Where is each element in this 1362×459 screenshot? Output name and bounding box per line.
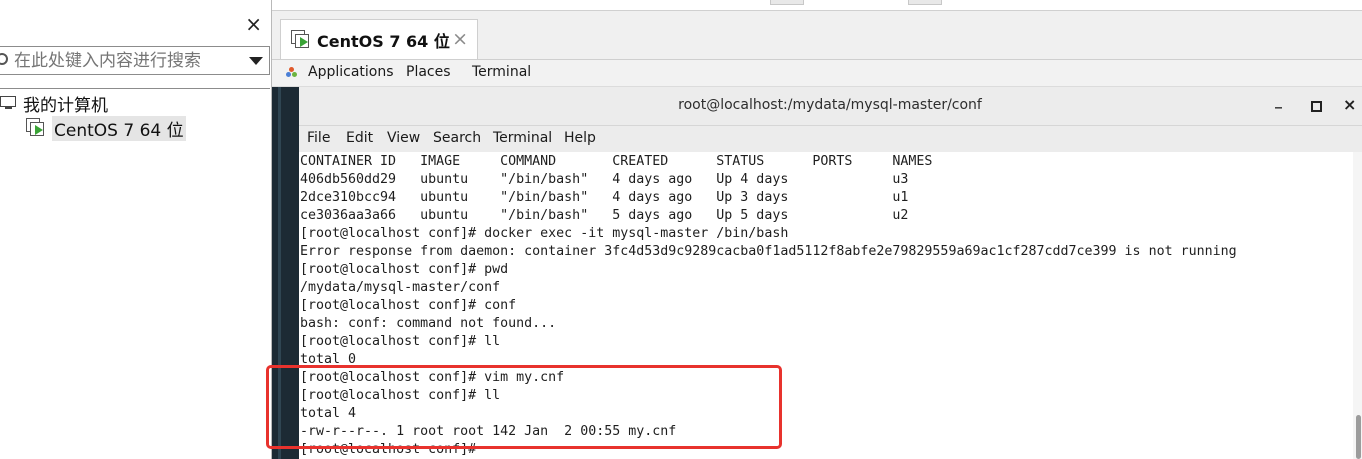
menu-edit[interactable]: Edit (346, 130, 373, 146)
close-button[interactable]: × (1343, 95, 1356, 114)
terminal-line: 2dce310bcc94 ubuntu "/bin/bash" 4 days a… (300, 190, 909, 205)
terminal-line: bash: conf: command not found... (300, 316, 557, 331)
desktop-background (272, 87, 299, 459)
tab-title: CentOS 7 64 位 (317, 31, 450, 51)
top-strip (272, 0, 1362, 11)
library-panel: × 我的计算机 CentOS 7 64 位 (0, 0, 272, 459)
terminal-scrollbar[interactable] (1353, 152, 1362, 459)
menu-help[interactable]: Help (564, 130, 596, 146)
tree-item-label: CentOS 7 64 位 (52, 115, 186, 141)
menu-file[interactable]: File (307, 130, 330, 146)
menu-search[interactable]: Search (433, 130, 481, 146)
tab-centos-vm[interactable]: CentOS 7 64 位 × (280, 19, 478, 59)
close-library-icon[interactable]: × (245, 14, 262, 34)
terminal-line: [root@localhost conf]# ll (300, 388, 501, 403)
tree-item-label: 我的计算机 (23, 95, 108, 116)
applications-icon (286, 67, 298, 79)
vm-tab-bar: CentOS 7 64 位 × (272, 11, 1362, 60)
maximize-button[interactable] (1311, 101, 1322, 112)
menu-view[interactable]: View (387, 130, 420, 146)
minimize-button[interactable]: _ (1275, 93, 1282, 109)
menu-applications[interactable]: Applications (308, 64, 394, 80)
terminal-line: [root@localhost conf]# ll (300, 334, 501, 349)
library-search-box[interactable] (0, 46, 270, 75)
toolbar-handle (770, 0, 804, 5)
terminal-line: [root@localhost conf]# vim my.cnf (300, 370, 565, 385)
computer-icon (0, 96, 18, 110)
terminal-line: total 0 (300, 352, 357, 367)
menu-terminal[interactable]: Terminal (472, 64, 531, 80)
terminal-line: total 4 (300, 406, 357, 421)
terminal-line: CONTAINER ID IMAGE COMMAND CREATED STATU… (300, 154, 933, 169)
library-header: × (0, 0, 271, 46)
terminal-line: ce3036aa3a66 ubuntu "/bin/bash" 5 days a… (300, 208, 909, 223)
terminal-output[interactable]: CONTAINER ID IMAGE COMMAND CREATED STATU… (299, 152, 1351, 459)
search-dropdown-icon[interactable] (249, 57, 263, 65)
menu-terminal-app[interactable]: Terminal (493, 130, 552, 146)
toolbar-handle (908, 0, 942, 5)
tree-item-centos-vm[interactable]: CentOS 7 64 位 (26, 115, 186, 141)
menu-places[interactable]: Places (406, 64, 451, 80)
terminal-line: -rw-r--r--. 1 root root 142 Jan 2 00:55 … (300, 424, 677, 439)
tree-item-my-computer[interactable]: 我的计算机 (0, 91, 108, 116)
library-search-input[interactable] (14, 49, 234, 72)
tree-divider (0, 88, 270, 89)
terminal-menubar: File Edit View Search Terminal Help (299, 126, 1362, 152)
gnome-top-bar: Applications Places Terminal (272, 60, 1362, 87)
terminal-window: root@localhost:/mydata/mysql-master/conf… (299, 87, 1362, 459)
workstation-main: CentOS 7 64 位 × Applications Places Term… (272, 0, 1362, 459)
terminal-line: 406db560dd29 ubuntu "/bin/bash" 4 days a… (300, 172, 909, 187)
terminal-title: root@localhost:/mydata/mysql-master/conf (678, 97, 982, 113)
terminal-line: [root@localhost conf]# docker exec -it m… (300, 226, 789, 241)
terminal-line: Error response from daemon: container 3f… (300, 244, 1237, 259)
tab-close-icon[interactable]: × (452, 28, 468, 50)
terminal-line: /mydata/mysql-master/conf (300, 280, 501, 295)
vm-running-icon (26, 118, 46, 138)
terminal-line: [root@localhost conf]# (300, 442, 485, 457)
terminal-titlebar[interactable]: root@localhost:/mydata/mysql-master/conf… (299, 87, 1362, 126)
search-icon (0, 53, 8, 65)
terminal-line: [root@localhost conf]# pwd (300, 262, 509, 277)
terminal-line: [root@localhost conf]# conf (300, 298, 517, 313)
vm-running-icon (291, 29, 311, 50)
terminal-scrollbar-thumb[interactable] (1356, 415, 1361, 459)
